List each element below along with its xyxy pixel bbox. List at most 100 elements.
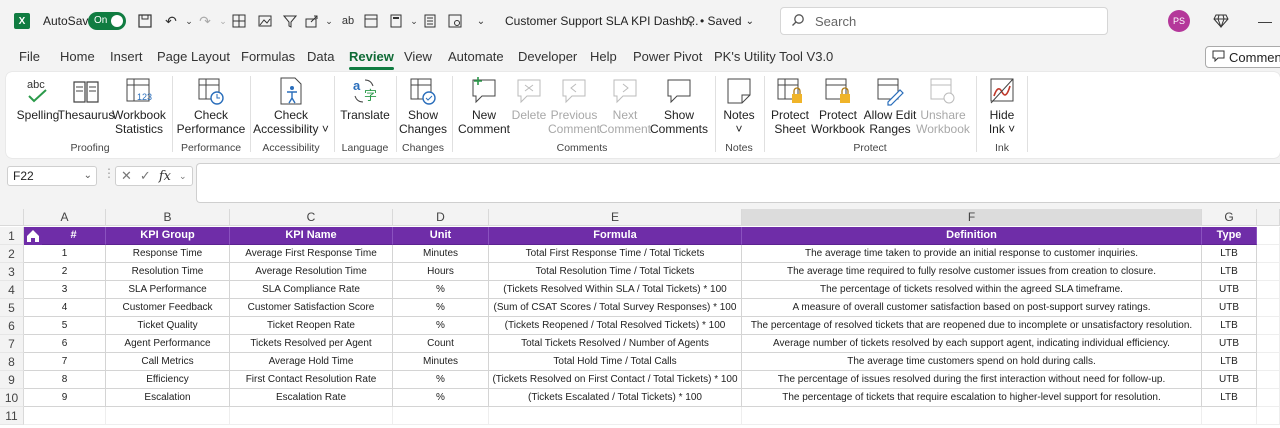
thesaurus-button[interactable]: Thesaurus bbox=[58, 76, 114, 122]
table-cell-type[interactable]: UTB bbox=[1202, 299, 1257, 317]
table-cell-formula[interactable]: (Sum of CSAT Scores / Total Survey Respo… bbox=[489, 299, 742, 317]
table-cell-kpi-group[interactable]: Response Time bbox=[106, 245, 230, 263]
table-cell-kpi-group[interactable]: Ticket Quality bbox=[106, 317, 230, 335]
search-box[interactable]: Search bbox=[780, 7, 1108, 35]
table-cell-unit[interactable]: % bbox=[393, 317, 489, 335]
table-cell-unit[interactable]: % bbox=[393, 281, 489, 299]
table-cell-empty[interactable] bbox=[1257, 263, 1280, 281]
table-cell-num[interactable]: 7 bbox=[24, 353, 106, 371]
borders-icon[interactable] bbox=[230, 12, 248, 30]
header-cell-kpi-name[interactable]: KPI Name bbox=[230, 227, 393, 245]
home-icon[interactable] bbox=[24, 227, 42, 245]
row-header-1[interactable]: 1 bbox=[0, 227, 24, 245]
form-icon[interactable] bbox=[421, 12, 439, 30]
table-cell-kpi-name[interactable]: Ticket Reopen Rate bbox=[230, 317, 393, 335]
table-cell-unit[interactable]: Minutes bbox=[393, 245, 489, 263]
table-cell-kpi-group[interactable]: Resolution Time bbox=[106, 263, 230, 281]
column-header-a[interactable]: A bbox=[24, 209, 106, 226]
name-box-dropdown-icon[interactable]: ⌄ bbox=[84, 167, 92, 185]
table-cell-definition[interactable]: The percentage of resolved tickets that … bbox=[742, 317, 1202, 335]
table-cell-kpi-name[interactable]: Average First Response Time bbox=[230, 245, 393, 263]
tab-formulas[interactable]: Formulas bbox=[241, 44, 295, 70]
table-cell-kpi-name[interactable]: First Contact Resolution Rate bbox=[230, 371, 393, 389]
table-cell-empty[interactable] bbox=[1257, 281, 1280, 299]
table-cell-kpi-name[interactable]: SLA Compliance Rate bbox=[230, 281, 393, 299]
filter-icon[interactable] bbox=[281, 12, 299, 30]
workbook-statistics-button[interactable]: 123 Workbook Statistics bbox=[111, 76, 167, 136]
notes-button[interactable]: Notes ˅ bbox=[720, 76, 758, 136]
table-cell-type[interactable]: LTB bbox=[1202, 317, 1257, 335]
save-status-chevron-icon[interactable]: ⌄ bbox=[746, 16, 754, 27]
formula-input[interactable] bbox=[196, 163, 1280, 203]
header-cell-num[interactable]: # bbox=[42, 227, 106, 245]
table-cell-kpi-name[interactable]: Average Hold Time bbox=[230, 353, 393, 371]
translate-button[interactable]: a字 Translate bbox=[338, 76, 392, 122]
row-header-11[interactable]: 11 bbox=[0, 407, 24, 425]
table-cell-empty[interactable] bbox=[489, 407, 742, 425]
table-cell-formula[interactable]: Total Resolution Time / Total Tickets bbox=[489, 263, 742, 281]
spell-check-quick-icon[interactable]: ab bbox=[339, 12, 357, 30]
table-cell-empty[interactable] bbox=[24, 407, 106, 425]
tab-developer[interactable]: Developer bbox=[518, 44, 577, 70]
table-cell-kpi-name[interactable]: Customer Satisfaction Score bbox=[230, 299, 393, 317]
table-cell-kpi-name[interactable]: Average Resolution Time bbox=[230, 263, 393, 281]
tab-power-pivot[interactable]: Power Pivot bbox=[633, 44, 702, 70]
check-accessibility-button[interactable]: Check Accessibility ˅ bbox=[253, 76, 329, 136]
merge-cells-icon[interactable] bbox=[362, 12, 380, 30]
table-cell-empty[interactable] bbox=[1257, 317, 1280, 335]
undo-icon[interactable]: ↶ bbox=[162, 12, 180, 30]
table-cell-empty[interactable] bbox=[1257, 335, 1280, 353]
row-header-4[interactable]: 4 bbox=[0, 281, 24, 299]
table-cell-empty[interactable] bbox=[1257, 353, 1280, 371]
row-header-3[interactable]: 3 bbox=[0, 263, 24, 281]
table-cell-empty[interactable] bbox=[1202, 407, 1257, 425]
row-header-7[interactable]: 7 bbox=[0, 335, 24, 353]
cancel-icon[interactable]: ✕ bbox=[121, 168, 132, 184]
table-cell-kpi-group[interactable]: Escalation bbox=[106, 389, 230, 407]
tab-home[interactable]: Home bbox=[60, 44, 95, 70]
table-cell-unit[interactable]: % bbox=[393, 389, 489, 407]
name-box[interactable]: F22 ⌄ bbox=[7, 166, 97, 186]
table-cell-kpi-group[interactable]: Call Metrics bbox=[106, 353, 230, 371]
row-header-6[interactable]: 6 bbox=[0, 317, 24, 335]
table-cell-unit[interactable]: Hours bbox=[393, 263, 489, 281]
new-comment-button[interactable]: New Comment bbox=[456, 76, 512, 136]
table-cell-num[interactable]: 3 bbox=[24, 281, 106, 299]
table-cell-num[interactable]: 8 bbox=[24, 371, 106, 389]
picture-icon[interactable] bbox=[256, 12, 274, 30]
tab-view[interactable]: View bbox=[404, 44, 432, 70]
table-cell-num[interactable]: 2 bbox=[24, 263, 106, 281]
table-cell-formula[interactable]: (Tickets Resolved Within SLA / Total Tic… bbox=[489, 281, 742, 299]
header-cell-kpi-group[interactable]: KPI Group bbox=[106, 227, 230, 245]
column-header-e[interactable]: E bbox=[489, 209, 742, 226]
unshare-workbook-button[interactable]: Unshare Workbook bbox=[914, 76, 972, 136]
table-cell-definition[interactable]: The average time required to fully resol… bbox=[742, 263, 1202, 281]
table-cell-formula[interactable]: Total First Response Time / Total Ticket… bbox=[489, 245, 742, 263]
table-cell-formula[interactable]: (Tickets Escalated / Total Tickets) * 10… bbox=[489, 389, 742, 407]
column-header-empty[interactable] bbox=[1257, 209, 1280, 226]
table-cell-type[interactable]: UTB bbox=[1202, 335, 1257, 353]
tab-insert[interactable]: Insert bbox=[110, 44, 143, 70]
table-cell-num[interactable]: 1 bbox=[24, 245, 106, 263]
hide-ink-button[interactable]: Hide Ink ˅ bbox=[982, 76, 1022, 136]
table-cell-unit[interactable]: Minutes bbox=[393, 353, 489, 371]
column-header-d[interactable]: D bbox=[393, 209, 489, 226]
table-cell-kpi-name[interactable]: Escalation Rate bbox=[230, 389, 393, 407]
table-cell-num[interactable]: 4 bbox=[24, 299, 106, 317]
sheet-view-icon[interactable] bbox=[446, 12, 464, 30]
row-header-2[interactable]: 2 bbox=[0, 245, 24, 263]
column-header-f[interactable]: F bbox=[742, 209, 1202, 226]
table-cell-formula[interactable]: Total Tickets Resolved / Number of Agent… bbox=[489, 335, 742, 353]
user-avatar[interactable]: PS bbox=[1168, 10, 1190, 32]
row-header-8[interactable]: 8 bbox=[0, 353, 24, 371]
table-cell-definition[interactable]: The percentage of issues resolved during… bbox=[742, 371, 1202, 389]
table-cell-type[interactable]: LTB bbox=[1202, 245, 1257, 263]
tab-automate[interactable]: Automate bbox=[448, 44, 504, 70]
header-cell-unit[interactable]: Unit bbox=[393, 227, 489, 245]
table-cell-kpi-name[interactable]: Tickets Resolved per Agent bbox=[230, 335, 393, 353]
autosave-toggle[interactable]: On bbox=[88, 12, 126, 30]
table-cell-num[interactable]: 6 bbox=[24, 335, 106, 353]
table-cell-kpi-group[interactable]: SLA Performance bbox=[106, 281, 230, 299]
table-cell-empty[interactable] bbox=[230, 407, 393, 425]
table-cell-empty[interactable] bbox=[1257, 371, 1280, 389]
